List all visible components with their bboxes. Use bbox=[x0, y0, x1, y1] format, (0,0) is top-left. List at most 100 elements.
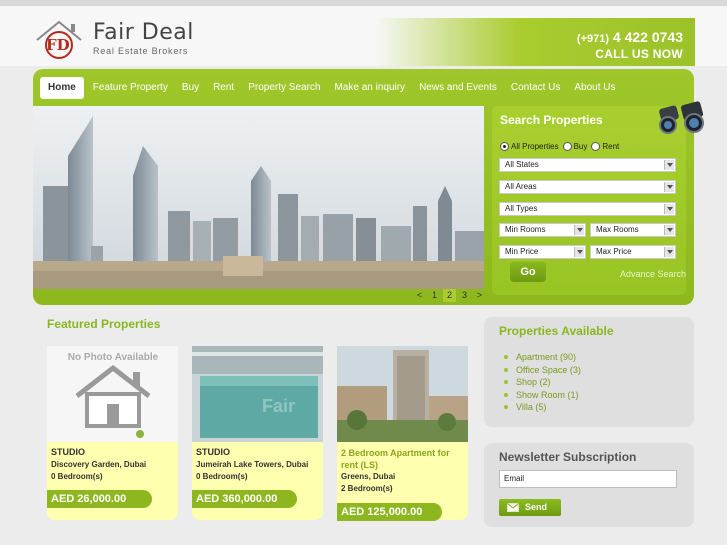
list-item[interactable]: Office Space (3) bbox=[504, 364, 581, 377]
chevron-down-icon bbox=[664, 160, 674, 170]
newsletter-box: Newsletter Subscription Email Send bbox=[484, 443, 694, 527]
list-item[interactable]: Apartment (90) bbox=[504, 351, 581, 364]
tower-photo bbox=[337, 346, 468, 442]
card-type: STUDIO bbox=[51, 447, 86, 457]
pager-next[interactable]: > bbox=[473, 289, 486, 302]
max-price-value: Max Price bbox=[596, 247, 632, 256]
main-nav: Home Feature Property Buy Rent Property … bbox=[40, 77, 623, 99]
chevron-down-icon bbox=[574, 247, 584, 257]
states-value: All States bbox=[505, 160, 539, 169]
card-price: AED 360,000.00 bbox=[192, 490, 297, 508]
svg-text:FD: FD bbox=[46, 36, 70, 54]
binoculars-icon bbox=[659, 101, 704, 134]
email-field[interactable]: Email bbox=[499, 470, 677, 488]
pager-prev[interactable]: < bbox=[413, 289, 426, 302]
min-rooms-value: Min Rooms bbox=[505, 225, 546, 234]
card-bedrooms: 0 Bedroom(s) bbox=[196, 472, 248, 481]
phone-number: (+971) 4 422 0743 bbox=[577, 29, 683, 45]
skyline-banner-image bbox=[33, 106, 484, 289]
advance-search-link[interactable]: Advance Search bbox=[620, 269, 686, 279]
site-header: FD Fair Deal Real Estate Brokers (+971) … bbox=[0, 6, 727, 66]
chevron-down-icon bbox=[664, 204, 674, 214]
nav-property-search[interactable]: Property Search bbox=[241, 77, 327, 99]
property-card[interactable]: 2 Bedroom Apartment for rent (LS) Greens… bbox=[337, 346, 468, 521]
radio-all-properties[interactable]: All Properties bbox=[500, 142, 559, 151]
properties-available-list: Apartment (90) Office Space (3) Shop (2)… bbox=[504, 351, 581, 414]
list-item[interactable]: Shop (2) bbox=[504, 376, 581, 389]
max-rooms-value: Max Rooms bbox=[596, 225, 639, 234]
nav-news-events[interactable]: News and Events bbox=[412, 77, 504, 99]
nav-make-inquiry[interactable]: Make an inquiry bbox=[327, 77, 412, 99]
no-photo-image: No Photo Available bbox=[47, 346, 178, 442]
phone-code: (+971) bbox=[576, 33, 610, 45]
slider-pager: < 1 2 3 > bbox=[413, 289, 486, 302]
min-price-value: Min Price bbox=[505, 247, 539, 256]
types-select[interactable]: All Types bbox=[499, 202, 676, 216]
property-card[interactable]: No Photo Available STUDIO Discovery Gard… bbox=[47, 346, 178, 520]
pager-page-1[interactable]: 1 bbox=[428, 289, 441, 302]
list-item[interactable]: Show Room (1) bbox=[504, 389, 581, 402]
radio-buy-dot bbox=[562, 142, 572, 151]
property-card[interactable]: Fair STUDIO Jumeirah Lake Towers, Dubai … bbox=[192, 346, 323, 520]
brand-tagline: Real Estate Brokers bbox=[93, 46, 189, 56]
nav-contact-us[interactable]: Contact Us bbox=[504, 77, 567, 99]
featured-properties-title: Featured Properties bbox=[47, 317, 161, 331]
max-rooms-select[interactable]: Max Rooms bbox=[590, 223, 676, 237]
radio-rent-dot bbox=[591, 142, 601, 151]
newsletter-title: Newsletter Subscription bbox=[499, 450, 637, 464]
radio-rent-label: Rent bbox=[602, 142, 620, 151]
areas-select[interactable]: All Areas bbox=[499, 180, 676, 194]
phone-digits: 4 422 0743 bbox=[612, 29, 683, 45]
phone-banner: (+971) 4 422 0743 CALL US NOW bbox=[375, 18, 695, 66]
chevron-down-icon bbox=[664, 247, 674, 257]
send-button[interactable]: Send bbox=[499, 499, 561, 516]
areas-value: All Areas bbox=[505, 182, 537, 191]
search-panel: Search Properties All Properties Buy Ren… bbox=[492, 101, 704, 295]
card-price: AED 26,000.00 bbox=[47, 490, 152, 508]
nav-about-us[interactable]: About Us bbox=[567, 77, 622, 99]
card-title-line-1: 2 Bedroom Apartment for bbox=[341, 448, 450, 458]
card-price: AED 125,000.00 bbox=[337, 503, 442, 521]
list-item[interactable]: Villa (5) bbox=[504, 401, 581, 414]
chevron-down-icon bbox=[574, 225, 584, 235]
pool-photo: Fair bbox=[192, 346, 323, 442]
go-button[interactable]: Go bbox=[510, 262, 546, 282]
nav-home[interactable]: Home bbox=[40, 77, 84, 99]
card-type: STUDIO bbox=[196, 447, 231, 457]
radio-all-label: All Properties bbox=[511, 142, 559, 151]
types-value: All Types bbox=[505, 204, 538, 213]
radio-rent[interactable]: Rent bbox=[591, 142, 619, 151]
brand-name: Fair Deal bbox=[93, 20, 194, 45]
radio-all-dot bbox=[500, 142, 509, 151]
radio-buy[interactable]: Buy bbox=[562, 142, 588, 151]
card-location: Jumeirah Lake Towers, Dubai bbox=[196, 460, 309, 469]
radio-buy-label: Buy bbox=[573, 142, 588, 151]
card-location: Greens, Dubai bbox=[341, 472, 396, 481]
svg-text:Fair: Fair bbox=[262, 396, 295, 416]
search-type-radios: All Properties Buy Rent bbox=[500, 142, 619, 151]
chevron-down-icon bbox=[664, 182, 674, 192]
chevron-down-icon bbox=[664, 225, 674, 235]
svg-text:No Photo Available: No Photo Available bbox=[68, 352, 159, 363]
properties-available-box: Properties Available Apartment (90) Offi… bbox=[484, 317, 694, 427]
pager-page-2[interactable]: 2 bbox=[443, 289, 456, 302]
card-location: Discovery Garden, Dubai bbox=[51, 460, 147, 469]
states-select[interactable]: All States bbox=[499, 158, 676, 172]
max-price-select[interactable]: Max Price bbox=[590, 245, 676, 259]
main-panel: Home Feature Property Buy Rent Property … bbox=[33, 69, 704, 305]
min-price-select[interactable]: Min Price bbox=[499, 245, 586, 259]
call-us-label: CALL US NOW bbox=[595, 47, 683, 61]
search-title: Search Properties bbox=[500, 113, 603, 127]
nav-rent[interactable]: Rent bbox=[206, 77, 241, 99]
card-bedrooms: 0 Bedroom(s) bbox=[51, 472, 103, 481]
nav-buy[interactable]: Buy bbox=[175, 77, 206, 99]
pager-page-3[interactable]: 3 bbox=[458, 289, 471, 302]
nav-feature-property[interactable]: Feature Property bbox=[86, 77, 175, 99]
card-title-line-2: rent (LS) bbox=[341, 460, 378, 470]
card-title-link[interactable]: 2 Bedroom Apartment for rent (LS) bbox=[341, 447, 465, 471]
logo[interactable]: FD Fair Deal Real Estate Brokers bbox=[33, 14, 213, 62]
envelope-icon bbox=[507, 503, 519, 512]
logo-house-icon: FD bbox=[36, 20, 82, 59]
card-bedrooms: 2 Bedroom(s) bbox=[341, 484, 393, 493]
min-rooms-select[interactable]: Min Rooms bbox=[499, 223, 586, 237]
